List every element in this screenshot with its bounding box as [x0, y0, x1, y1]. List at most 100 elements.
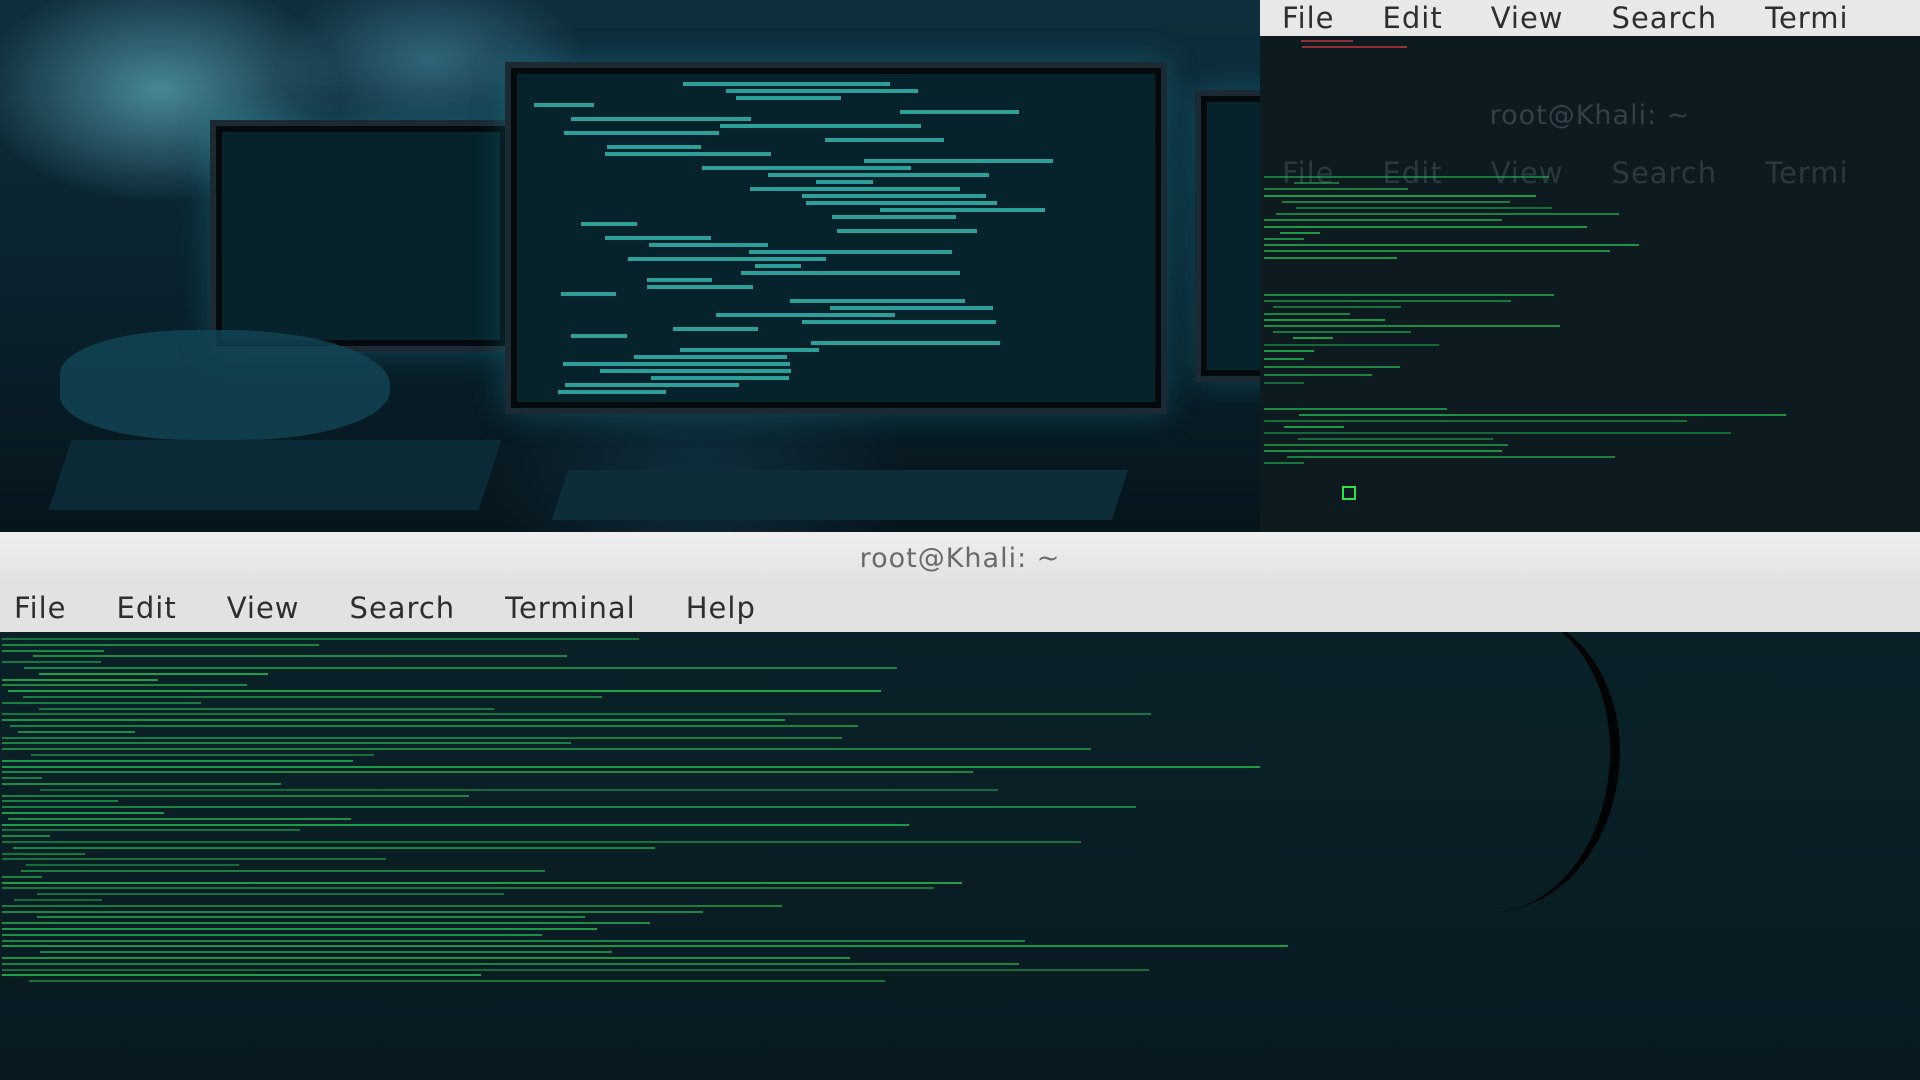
wallpaper-code-line — [880, 208, 1045, 212]
menu-view[interactable]: View — [1491, 1, 1564, 35]
ghost-window-title: root@Khali: ~ — [1489, 100, 1691, 131]
terminal-text-line — [2, 887, 934, 890]
wallpaper-code-line — [802, 194, 986, 198]
terminal-text-line — [1299, 414, 1786, 416]
menu-edit[interactable]: Edit — [1383, 1, 1443, 35]
terminal-text-line — [2, 794, 469, 797]
terminal-text-line — [2, 904, 782, 907]
terminal-text-line — [23, 696, 602, 698]
wallpaper-code-line — [680, 348, 819, 352]
terminal-output-main[interactable] — [0, 632, 1920, 1080]
terminal-text-line — [1302, 46, 1407, 48]
terminal-text-line — [1296, 207, 1552, 209]
terminal-text-line — [1273, 331, 1411, 334]
ghost-menu-terminal: Termi — [1765, 156, 1849, 190]
terminal-text-line — [31, 754, 374, 756]
terminal-text-line — [13, 846, 655, 849]
terminal-text-line — [2, 759, 353, 762]
wallpaper-keyboard — [48, 440, 502, 510]
ghost-menu-search: Search — [1611, 156, 1718, 190]
menu-terminal[interactable]: Termi — [1765, 1, 1848, 35]
terminal-text-line — [2, 858, 386, 861]
menu-edit[interactable]: Edit — [117, 591, 177, 625]
wallpaper-code-line — [651, 376, 789, 380]
wallpaper-code-line — [768, 173, 989, 177]
terminal-text-line — [2, 829, 300, 832]
wallpaper-code-line — [647, 285, 753, 289]
terminal-text-line — [2, 748, 1091, 751]
window-title[interactable]: root@Khali: ~ — [0, 532, 1920, 584]
terminal-text-line — [14, 899, 102, 901]
wallpaper-code-line — [607, 145, 701, 149]
menu-help[interactable]: Help — [686, 591, 756, 625]
terminal-text-line — [8, 690, 881, 693]
terminal-text-line — [1264, 343, 1439, 346]
wallpaper-code-line — [702, 166, 911, 170]
terminal-window-secondary[interactable]: File Edit View Search Termi root@Khali: … — [1260, 0, 1920, 568]
wallpaper-code-line — [825, 138, 944, 142]
terminal-text-line — [1298, 438, 1493, 440]
wallpaper-code-line — [790, 299, 965, 303]
terminal-text-line — [1264, 420, 1687, 422]
wallpaper-code-line — [600, 369, 791, 373]
terminal-text-line — [26, 864, 239, 867]
wallpaper-code-line — [749, 250, 952, 254]
terminal-text-line — [1264, 250, 1610, 253]
terminal-text-line — [21, 870, 545, 872]
wallpaper-code-line — [726, 89, 918, 93]
terminal-text-line — [1273, 306, 1401, 309]
terminal-text-line — [2, 841, 1081, 843]
terminal-text-line — [2, 742, 571, 745]
terminal-text-line — [29, 980, 885, 983]
menu-search[interactable]: Search — [1612, 1, 1718, 35]
ghost-menu-view: View — [1490, 156, 1564, 190]
terminal-text-line — [2, 957, 850, 959]
terminal-text-line — [37, 893, 504, 896]
wallpaper-code-line — [628, 257, 826, 261]
wallpaper-code-line — [830, 306, 993, 310]
terminal-text-line — [1264, 450, 1502, 452]
terminal-text-line — [1264, 300, 1511, 303]
wallpaper-code-line — [571, 117, 751, 121]
terminal-text-line — [1264, 256, 1397, 259]
wallpaper-code-line — [750, 187, 960, 191]
wallpaper-code-line — [534, 103, 594, 107]
terminal-text-line — [1264, 194, 1536, 197]
terminal-text-line — [2, 974, 481, 977]
terminal-window-main[interactable]: root@Khali: ~ File Edit View Search Term… — [0, 532, 1920, 1080]
menubar-main: File Edit View Search Terminal Help — [0, 584, 1920, 632]
ghost-menubar: File Edit View Search Termi — [1260, 156, 1920, 192]
terminal-text-line — [1282, 200, 1510, 203]
terminal-text-line — [1293, 337, 1333, 340]
terminal-text-line — [2, 643, 319, 646]
terminal-text-line — [37, 916, 585, 919]
wallpaper-code-line — [634, 355, 787, 359]
terminal-text-line — [40, 788, 998, 791]
menu-terminal[interactable]: Terminal — [505, 591, 636, 625]
menu-view[interactable]: View — [227, 591, 300, 625]
wallpaper-code-line — [673, 327, 758, 331]
terminal-text-line — [2, 719, 785, 722]
terminal-text-line — [1264, 219, 1502, 222]
terminal-text-line — [2, 928, 597, 930]
terminal-text-line — [2, 945, 1288, 948]
terminal-text-line — [1284, 426, 1344, 428]
terminal-text-line — [24, 667, 897, 669]
wallpaper-world-map — [60, 330, 390, 440]
menu-search[interactable]: Search — [350, 591, 456, 625]
terminal-text-line — [2, 661, 101, 664]
terminal-cursor-secondary — [1342, 486, 1356, 500]
wallpaper-code-line — [864, 159, 1053, 163]
menu-file[interactable]: File — [14, 591, 67, 625]
terminal-text-line — [2, 812, 164, 814]
terminal-text-line — [1264, 444, 1508, 446]
terminal-text-line — [2, 678, 158, 681]
wallpaper-code-line — [605, 236, 711, 240]
terminal-text-line — [2, 649, 104, 652]
terminal-text-line — [1280, 231, 1320, 234]
terminal-text-line — [2, 800, 118, 803]
terminal-text-line — [1276, 213, 1619, 216]
terminal-text-line — [2, 806, 1136, 809]
menu-file[interactable]: File — [1282, 1, 1335, 35]
wallpaper-code-line — [571, 334, 627, 338]
